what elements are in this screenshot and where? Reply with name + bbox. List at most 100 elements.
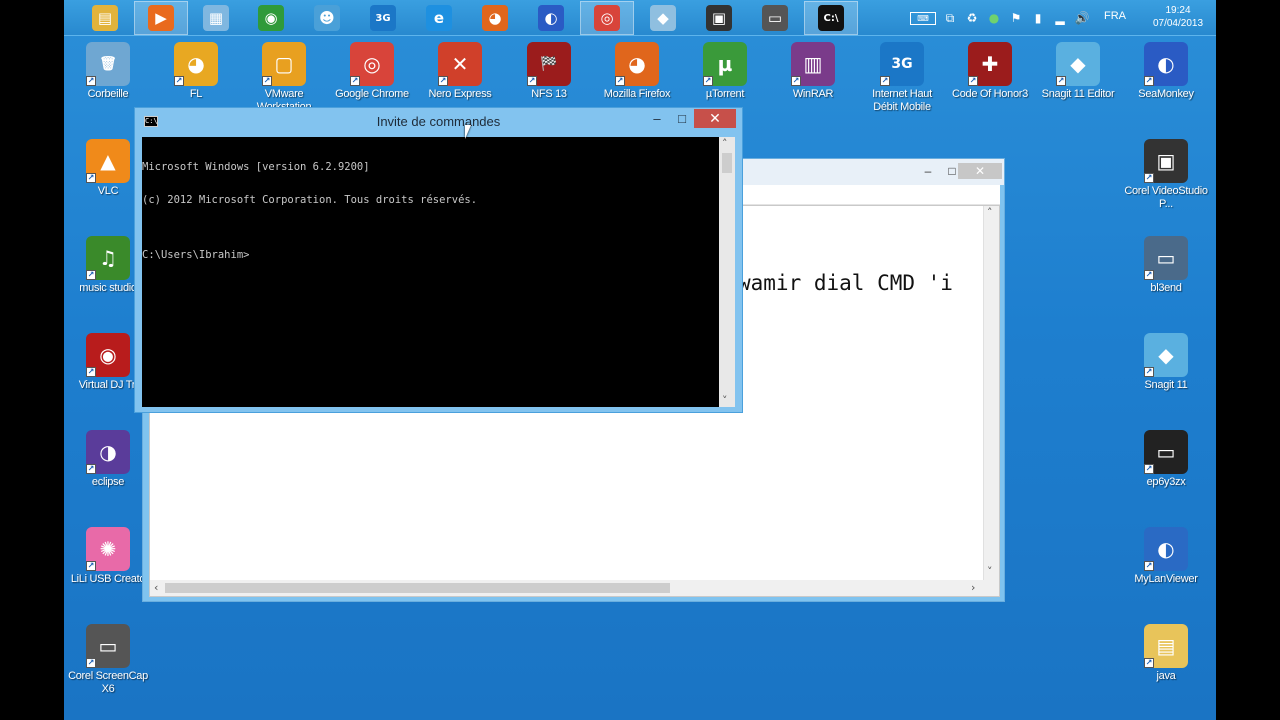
scroll-down-icon[interactable]: ˅ (722, 394, 728, 407)
scroll-down-icon[interactable]: ˅ (987, 565, 993, 578)
internet-download-icon: ◉ (258, 5, 284, 31)
taskbar-firefox-button[interactable]: ◕ (468, 1, 522, 35)
desktop-icon[interactable]: ▥ ↗ WinRAR (771, 42, 855, 101)
desktop-icon-label: java (1156, 670, 1176, 682)
app-icon: 🏁 ↗ (527, 42, 571, 86)
taskbar-people-app-button[interactable]: ☻ (300, 1, 354, 35)
seamonkey-icon: ◐ (538, 5, 564, 31)
volume-icon[interactable]: 🔊 (1074, 11, 1090, 25)
taskbar-seamonkey-button[interactable]: ◐ (524, 1, 578, 35)
command-prompt-window[interactable]: C:\ Invite de commandes – □ ✕ Microsoft … (134, 107, 743, 413)
cmd-scrollbar[interactable]: ˄ ˅ (719, 137, 735, 407)
app-icon: ▭ ↗ (1144, 236, 1188, 280)
app-icon: 3G ↗ (880, 42, 924, 86)
desktop-icon[interactable]: ▭ ↗ bl3end (1124, 236, 1208, 295)
keyboard-icon[interactable]: ⌨ (910, 11, 936, 25)
taskbar-snagit-editor-button[interactable]: ◆ (636, 1, 690, 35)
desktop-icon[interactable]: 🏁 ↗ NFS 13 (507, 42, 591, 101)
shortcut-arrow-icon: ↗ (86, 561, 96, 571)
desktop-icon[interactable]: ◐ ↗ SeaMonkey (1124, 42, 1208, 101)
app-icon: µ ↗ (703, 42, 747, 86)
taskbar-internet-download-button[interactable]: ◉ (244, 1, 298, 35)
desktop-icon[interactable]: ▭ ↗ ep6y3zx (1124, 430, 1208, 489)
clock[interactable]: 19:24 07/04/2013 (1147, 4, 1209, 30)
desktop-icon[interactable]: 3G ↗ Internet Haut Débit Mobile (860, 42, 944, 114)
horizontal-scroll-thumb[interactable] (165, 583, 670, 593)
desktop-icon[interactable]: ✕ ↗ Nero Express (418, 42, 502, 101)
desktop-icon[interactable]: ◕ ↗ Mozilla Firefox (595, 42, 679, 101)
network-share-icon[interactable]: ⧉ (942, 11, 958, 25)
taskbar-file-explorer-button[interactable]: ▤ (78, 1, 132, 35)
app-icon: ◆ ↗ (1056, 42, 1100, 86)
taskbar-chrome-button[interactable]: ◎ (580, 1, 634, 35)
desktop-icon[interactable]: 🗑 ↗ Corbeille (66, 42, 150, 101)
cmd-console[interactable]: Microsoft Windows [version 6.2.9200] (c)… (142, 137, 719, 407)
editor-minimize-button[interactable]: – (915, 163, 941, 179)
signal-icon[interactable]: ▂ (1052, 11, 1068, 25)
desktop-icon[interactable]: µ ↗ µTorrent (683, 42, 767, 101)
desktop-icon[interactable]: ▤ ↗ java (1124, 624, 1208, 683)
sync-icon[interactable]: ♻ (964, 11, 980, 25)
taskbar-corel-videostudio-button[interactable]: ▣ (692, 1, 746, 35)
clock-time: 19:24 (1165, 5, 1191, 16)
editor-horizontal-scrollbar[interactable]: ‹ › (150, 580, 985, 596)
desktop-icon-label: Nero Express (428, 88, 492, 100)
taskbar-corel-screencap-button[interactable]: ▭ (748, 1, 802, 35)
shortcut-arrow-icon: ↗ (1056, 76, 1066, 86)
scroll-right-icon[interactable]: › (971, 581, 975, 594)
desktop-icon-label: Snagit 11 Editor (1041, 88, 1115, 100)
desktop-icon-label: Corel ScreenCap X6 (68, 670, 148, 695)
desktop-icon[interactable]: ◆ ↗ Snagit 11 Editor (1036, 42, 1120, 101)
cmd-maximize-button[interactable]: □ (669, 110, 695, 128)
desktop-icon[interactable]: ▢↗VMware Workstation (242, 42, 326, 114)
cmd-scroll-thumb[interactable] (722, 153, 732, 173)
cmd-titlebar[interactable]: C:\ Invite de commandes – □ ✕ (135, 108, 742, 137)
cmd-close-button[interactable]: ✕ (694, 109, 736, 128)
app-icon: ◐ ↗ (1144, 527, 1188, 571)
desktop-icon-label: µTorrent (705, 88, 745, 100)
flag-icon[interactable]: ⚑ (1008, 11, 1024, 25)
shortcut-arrow-icon: ↗ (880, 76, 890, 86)
editor-vertical-scrollbar[interactable]: ˄ ˅ (983, 206, 999, 596)
desktop-icon[interactable]: ◑ ↗ eclipse (66, 430, 150, 489)
taskbar-media-player-button[interactable]: ▶ (134, 1, 188, 35)
taskbar-command-prompt-button[interactable]: C:\ (804, 1, 858, 35)
desktop-icon-label: WinRAR (792, 88, 834, 100)
desktop-icon-label: FL (189, 88, 203, 100)
shortcut-arrow-icon: ↗ (1144, 270, 1154, 280)
scroll-up-icon[interactable]: ˄ (722, 137, 728, 150)
media-player-icon: ▶ (148, 5, 174, 31)
language-indicator[interactable]: FRA (1104, 10, 1126, 22)
desktop-icon[interactable]: ✚ ↗ Code Of Honor3 (948, 42, 1032, 101)
battery-icon[interactable]: ▮ (1030, 11, 1046, 25)
taskbar-monitor-app-button[interactable]: ▦ (189, 1, 243, 35)
taskbar-internet-explorer-button[interactable]: e (412, 1, 466, 35)
desktop-icon[interactable]: ▭ ↗ Corel ScreenCap X6 (66, 624, 150, 696)
shortcut-arrow-icon: ↗ (86, 658, 96, 668)
shortcut-arrow-icon: ↗ (1144, 173, 1154, 183)
3g-modem-icon: 3G (370, 5, 396, 31)
app-icon: ▢ ↗ (262, 42, 306, 86)
shortcut-arrow-icon: ↗ (262, 76, 272, 86)
desktop-icon[interactable]: ◎ ↗ Google Chrome (330, 42, 414, 101)
scroll-up-icon[interactable]: ˄ (987, 206, 993, 219)
app-icon: ▣ ↗ (1144, 139, 1188, 183)
desktop-icon[interactable]: ▣ ↗ Corel VideoStudio P... (1124, 139, 1208, 211)
status-green-icon[interactable]: ● (986, 11, 1002, 25)
desktop-icon[interactable]: ◐ ↗ MyLanViewer (1124, 527, 1208, 586)
desktop-icon[interactable]: ◕ ↗ FL (154, 42, 238, 101)
desktop-icon[interactable]: ✺ ↗ LiLi USB Creato (66, 527, 150, 586)
scroll-left-icon[interactable]: ‹ (154, 581, 158, 594)
editor-close-button[interactable]: ✕ (958, 163, 1002, 179)
shortcut-arrow-icon: ↗ (86, 173, 96, 183)
app-icon: ✕ ↗ (438, 42, 482, 86)
taskbar-3g-modem-button[interactable]: 3G (356, 1, 410, 35)
desktop-icon[interactable]: ◆ ↗ Snagit 11 (1124, 333, 1208, 392)
left-letterbox (0, 0, 64, 720)
shortcut-arrow-icon: ↗ (86, 270, 96, 280)
desktop-icon-label: MyLanViewer (1134, 573, 1198, 585)
app-icon: ▭ ↗ (1144, 430, 1188, 474)
app-icon: ✚ ↗ (968, 42, 1012, 86)
cmd-minimize-button[interactable]: – (644, 110, 670, 128)
app-icon: ▭ ↗ (86, 624, 130, 668)
